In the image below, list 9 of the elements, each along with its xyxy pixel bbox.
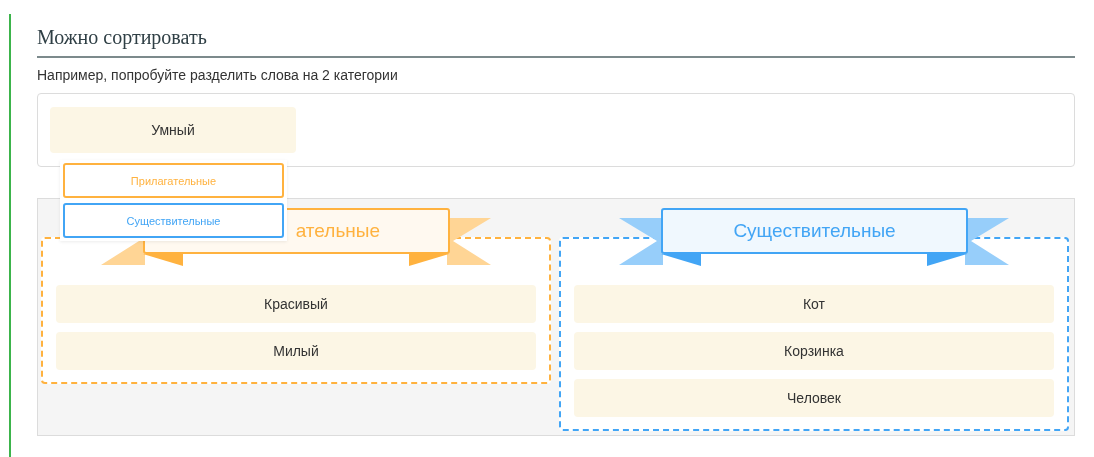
word-card[interactable]: Человек <box>574 379 1054 417</box>
category-title: Существительные <box>661 208 968 254</box>
instruction-text: Например, попробуйте разделить слова на 2 категории <box>37 67 399 83</box>
word-card[interactable]: Умный <box>50 107 296 153</box>
section-title: Можно сортировать <box>37 26 1075 58</box>
word-card[interactable]: Кот <box>574 285 1054 323</box>
word-card[interactable]: Красивый <box>56 285 536 323</box>
word-card[interactable]: Корзинка <box>574 332 1054 370</box>
word-card[interactable]: Милый <box>56 332 536 370</box>
